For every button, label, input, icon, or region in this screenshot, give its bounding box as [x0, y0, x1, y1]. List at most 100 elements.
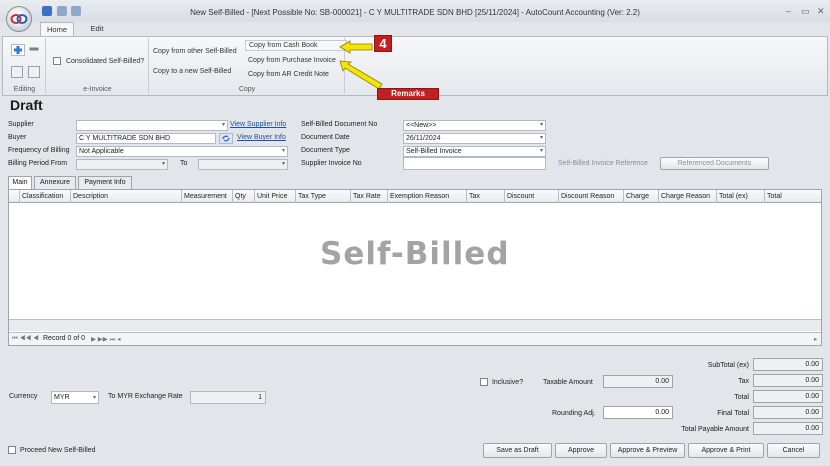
- grid-row-indicator: [9, 190, 20, 203]
- consolidated-checkbox-box[interactable]: [53, 57, 61, 65]
- column-discount-reason[interactable]: Discount Reason: [559, 190, 624, 203]
- total-payable-value: 0.00: [753, 422, 823, 435]
- column-total[interactable]: Total: [765, 190, 822, 203]
- tab-home[interactable]: Home: [40, 22, 74, 36]
- grid-navigator-bar: ⏮ ◀◀ ◀ Record 0 of 0 ▶ ▶▶ ⏭ ◂ ▸: [9, 332, 821, 345]
- copy-from-ar-credit-note-button[interactable]: Copy from AR Credit Note: [248, 71, 329, 78]
- buyer-label: Buyer: [8, 134, 27, 141]
- cancel-button[interactable]: Cancel: [767, 443, 820, 458]
- calendar-dropdown-icon[interactable]: ▾: [540, 134, 543, 143]
- column-charge-reason[interactable]: Charge Reason: [659, 190, 717, 203]
- maximize-button[interactable]: ▭: [801, 6, 810, 17]
- item-list-icon[interactable]: [28, 66, 40, 78]
- approve-preview-button[interactable]: Approve & Preview: [610, 443, 685, 458]
- currency-dropdown-icon[interactable]: ▾: [93, 393, 96, 403]
- inclusive-checkbox-box[interactable]: [480, 378, 488, 386]
- remove-row-button[interactable]: [28, 44, 42, 56]
- copy-from-other-button[interactable]: Copy from other Self-Billed: [153, 48, 237, 55]
- billing-from-dropdown-icon[interactable]: ▾: [162, 160, 165, 169]
- document-type-select[interactable]: Self-Billed Invoice ▾: [403, 146, 546, 157]
- document-type-value: Self-Billed Invoice: [406, 148, 462, 155]
- proceed-new-checkbox-box[interactable]: [8, 446, 16, 454]
- document-no-dropdown-icon[interactable]: ▾: [540, 121, 543, 130]
- approve-button[interactable]: Approve: [555, 443, 607, 458]
- buyer-input[interactable]: C Y MULTITRADE SDN BHD: [76, 133, 216, 144]
- document-date-input[interactable]: 26/11/2024 ▾: [403, 133, 546, 144]
- einvoice-group: Consolidated Self-Billed? e-Invoice: [47, 38, 149, 94]
- column-measurement[interactable]: Measurement: [182, 190, 233, 203]
- document-type-dropdown-icon[interactable]: ▾: [540, 147, 543, 156]
- taxable-amount-label: Taxable Amount: [543, 379, 593, 386]
- view-buyer-info-link[interactable]: View Buyer Info: [237, 134, 286, 141]
- close-button[interactable]: ✕: [817, 6, 825, 17]
- column-tax-rate[interactable]: Tax Rate: [351, 190, 388, 203]
- inclusive-label: Inclusive?: [491, 378, 524, 386]
- consolidated-self-billed-checkbox[interactable]: Consolidated Self-Billed?: [53, 57, 144, 65]
- tab-main[interactable]: Main: [8, 176, 32, 189]
- column-discount[interactable]: Discount: [505, 190, 559, 203]
- billing-period-from-input[interactable]: ▾: [76, 159, 168, 170]
- tab-payment-info[interactable]: Payment Info: [78, 176, 132, 189]
- document-no-label: Self-Billed Document No: [301, 121, 378, 128]
- frequency-select[interactable]: Not Applicable ▾: [76, 146, 288, 157]
- exchange-rate-input[interactable]: 1: [190, 391, 266, 404]
- scroll-right-icon[interactable]: ▸: [814, 335, 817, 343]
- copy-group: Copy from other Self-Billed Copy to a ne…: [150, 38, 347, 94]
- column-unit-price[interactable]: Unit Price: [255, 190, 296, 203]
- column-total-ex[interactable]: Total (ex): [717, 190, 765, 203]
- tax-value: 0.00: [753, 374, 823, 387]
- navigator-first-prev-icon[interactable]: ⏮ ◀◀ ◀: [12, 335, 39, 343]
- currency-select[interactable]: MYR ▾: [51, 391, 99, 404]
- document-no-input[interactable]: <<New>> ▾: [403, 120, 546, 131]
- copy-group-label: Copy: [238, 86, 256, 93]
- subtotal-label: SubTotal (ex): [707, 362, 749, 369]
- supplier-input[interactable]: ▾: [76, 120, 228, 131]
- total-value: 0.00: [753, 390, 823, 403]
- save-as-draft-button[interactable]: Save as Draft: [483, 443, 552, 458]
- item-search-icon[interactable]: [11, 66, 23, 78]
- document-date-value: 26/11/2024: [406, 135, 441, 142]
- currency-value: MYR: [54, 394, 70, 401]
- app-menu-orb[interactable]: [6, 6, 32, 32]
- minimize-button[interactable]: –: [786, 6, 791, 16]
- supplier-invoice-input[interactable]: [403, 157, 546, 170]
- column-description[interactable]: Description: [71, 190, 182, 203]
- tab-edit[interactable]: Edit: [82, 22, 112, 36]
- referenced-documents-button[interactable]: Referenced Documents: [660, 157, 769, 170]
- document-type-label: Document Type: [301, 147, 350, 154]
- column-exemption-reason[interactable]: Exemption Reason: [388, 190, 467, 203]
- billing-to-dropdown-icon[interactable]: ▾: [282, 160, 285, 169]
- plus-icon: [14, 46, 22, 54]
- approve-print-button[interactable]: Approve & Print: [688, 443, 764, 458]
- editing-group-label: Editing: [13, 86, 36, 93]
- tab-annexure[interactable]: Annexure: [34, 176, 76, 189]
- column-tax-type[interactable]: Tax Type: [296, 190, 351, 203]
- supplier-invoice-label: Supplier Invoice No: [301, 160, 362, 167]
- column-classification[interactable]: Classification: [20, 190, 71, 203]
- column-qty[interactable]: Qty: [233, 190, 255, 203]
- navigator-next-last-icon[interactable]: ▶ ▶▶ ⏭ ◂: [91, 335, 121, 344]
- copy-from-purchase-invoice-button[interactable]: Copy from Purchase Invoice: [248, 57, 336, 64]
- supplier-dropdown-icon[interactable]: ▾: [222, 121, 225, 130]
- add-row-button[interactable]: [11, 44, 25, 56]
- proceed-new-checkbox[interactable]: Proceed New Self-Billed: [8, 446, 95, 454]
- total-payable-label: Total Payable Amount: [681, 426, 749, 433]
- frequency-dropdown-icon[interactable]: ▾: [282, 147, 285, 156]
- einvoice-group-label: e-Invoice: [83, 86, 112, 93]
- view-supplier-info-link[interactable]: View Supplier Info: [230, 121, 286, 128]
- to-label: To: [180, 160, 188, 167]
- arrow-to-cash-book-icon: [339, 40, 373, 54]
- column-tax[interactable]: Tax: [467, 190, 505, 203]
- minus-icon: [29, 47, 39, 51]
- frequency-label: Frequency of Billing: [8, 147, 70, 154]
- inclusive-checkbox[interactable]: Inclusive?: [480, 378, 523, 386]
- currency-label: Currency: [9, 393, 38, 400]
- column-charge[interactable]: Charge: [624, 190, 659, 203]
- step-number-badge: 4: [374, 35, 392, 52]
- billing-period-to-input[interactable]: ▾: [198, 159, 288, 170]
- copy-to-new-button[interactable]: Copy to a new Self-Billed: [153, 68, 231, 75]
- supplier-label: Supplier: [8, 121, 34, 128]
- subtotal-value: 0.00: [753, 358, 823, 371]
- buyer-refresh-icon[interactable]: [219, 133, 233, 144]
- refresh-arrows-icon: [222, 135, 230, 142]
